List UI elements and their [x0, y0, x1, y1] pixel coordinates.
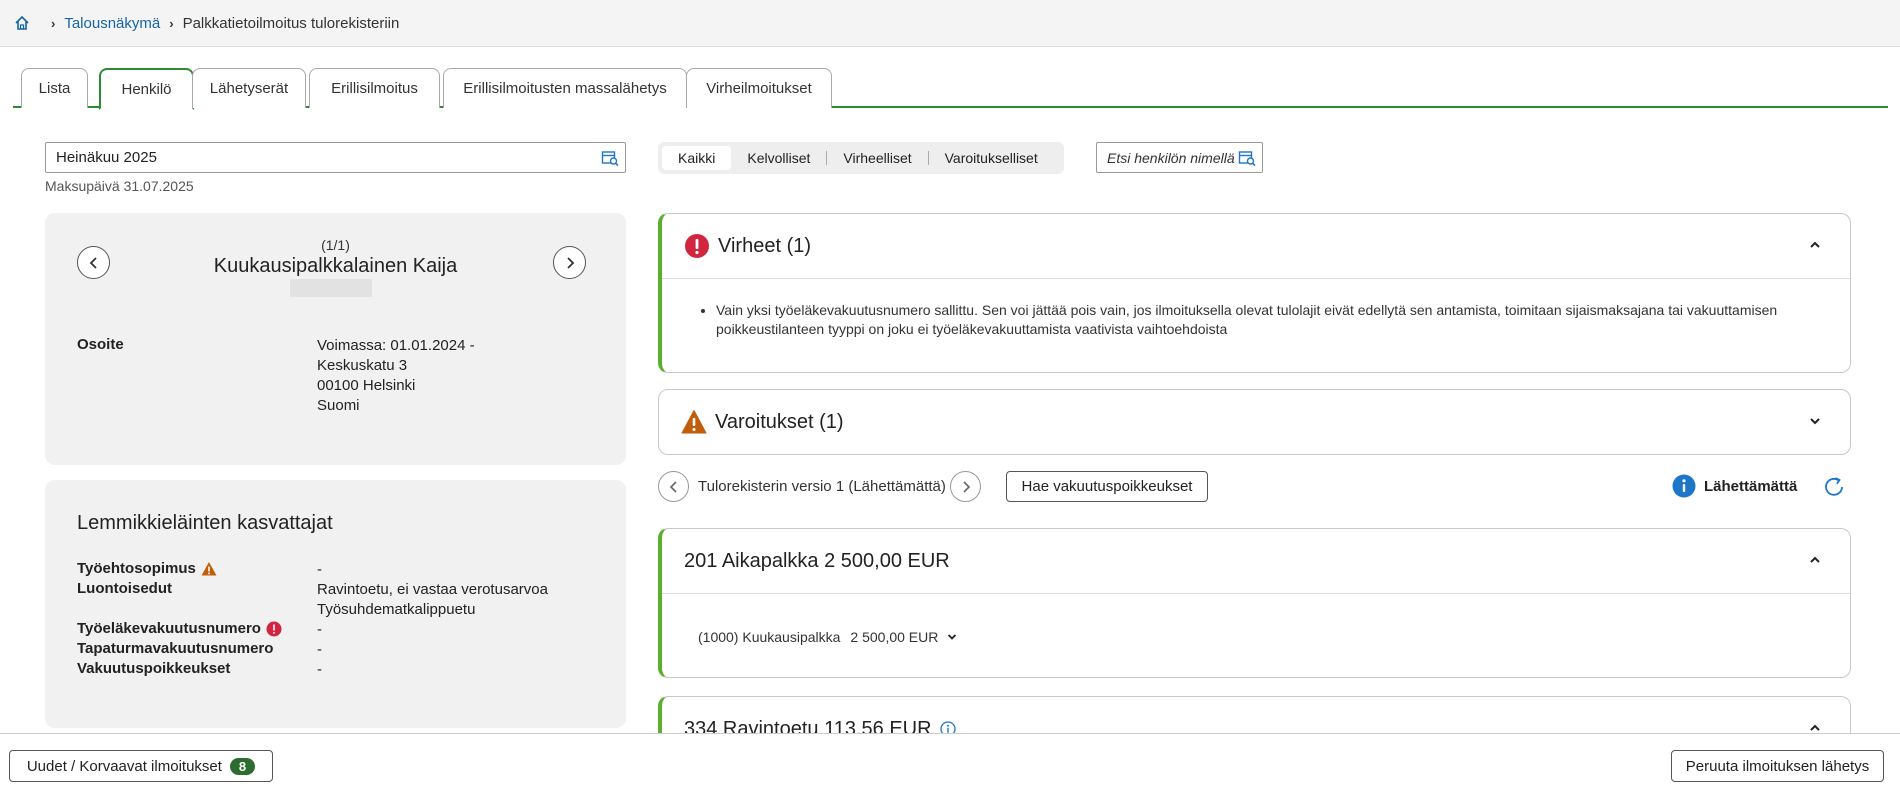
chevron-right-icon: › [169, 15, 174, 31]
breadcrumb-current: Palkkatietoilmoitus tulorekisteriin [182, 14, 400, 32]
field-value-line: Työsuhdematkalippuetu [317, 601, 476, 618]
version-row: Tulorekisterin versio 1 (Lähettämättä) H… [658, 471, 1851, 503]
address-line: Keskuskatu 3 [317, 357, 408, 374]
tab-massalahetys[interactable]: Erillisilmoitusten massalähetys [443, 68, 687, 108]
org-row-tyoelakevakuutusnumero: Työeläkevakuutusnumero [77, 620, 282, 637]
income-sub-label: (1000) Kuukausipalkka [698, 628, 841, 645]
period-select[interactable]: Heinäkuu 2025 [45, 142, 626, 173]
errors-panel: Virheet (1) Vain yksi työeläkevakuutusnu… [658, 213, 1851, 373]
errors-title: Virheet (1) [718, 234, 812, 257]
next-version-button[interactable] [950, 471, 981, 502]
previous-version-button[interactable] [658, 471, 689, 502]
tab-lahetyserat[interactable]: Lähetyserät [192, 68, 306, 108]
field-label: Työeläkevakuutusnumero [77, 620, 261, 637]
organization-title: Lemmikkieläinten kasvattajat [77, 512, 333, 534]
income-sub-amount: 2 500,00 EUR [850, 628, 939, 645]
field-value: - [317, 641, 322, 658]
chevron-up-icon[interactable] [1808, 553, 1822, 567]
warnings-panel: Varoitukset (1) [658, 389, 1851, 455]
filter-kaikki[interactable]: Kaikki [662, 146, 732, 170]
org-row-luontoisedut: Luontoisedut [77, 580, 172, 597]
calendar-search-icon[interactable] [601, 149, 619, 167]
field-label: Vakuutuspoikkeukset [77, 660, 231, 677]
warnings-title: Varoitukset (1) [715, 410, 844, 433]
income-body: (1000) Kuukausipalkka 2 500,00 EUR [662, 593, 1850, 677]
filter-varoitukselliset[interactable]: Varoitukselliset [929, 146, 1054, 170]
search-by-name-label: Etsi henkilön nimellä [1107, 149, 1235, 166]
warning-icon [201, 561, 217, 575]
breadcrumb-link-talousnakyma[interactable]: Talousnäkymä [64, 15, 160, 32]
tab-virheilmoitukset[interactable]: Virheilmoitukset [686, 68, 832, 108]
new-replacing-reports-button[interactable]: Uudet / Korvaavat ilmoitukset 8 [9, 750, 273, 782]
income-panel-aikapalkka: 201 Aikapalkka 2 500,00 EUR (1000) Kuuka… [658, 528, 1851, 678]
income-header[interactable]: 201 Aikapalkka 2 500,00 EUR [662, 529, 1850, 593]
person-card: (1/1) Kuukausipalkkalainen Kaija Osoite … [45, 213, 626, 465]
field-label: Luontoisedut [77, 580, 172, 597]
refresh-icon[interactable] [1821, 474, 1847, 500]
cancel-sending-button[interactable]: Peruuta ilmoituksen lähetys [1671, 750, 1884, 782]
chevron-down-icon[interactable] [946, 631, 958, 643]
search-icon [1238, 151, 1256, 167]
error-message: Vain yksi työeläkevakuutusnumero sallitt… [716, 301, 1820, 339]
send-status: Lähettämättä [1672, 474, 1797, 498]
warning-icon [681, 410, 707, 434]
bottom-action-bar: Uudet / Korvaavat ilmoitukset 8 Peruuta … [0, 733, 1900, 789]
warnings-header[interactable]: Varoitukset (1) [659, 390, 1850, 454]
chevron-right-icon: › [51, 15, 56, 31]
new-replacing-reports-label: Uudet / Korvaavat ilmoitukset [26, 757, 222, 775]
address-label: Osoite [77, 336, 124, 353]
info-icon [1672, 474, 1696, 498]
chevron-up-icon[interactable] [1808, 238, 1822, 252]
tab-erillisilmoitus[interactable]: Erillisilmoitus [309, 68, 440, 108]
field-value: Ravintoetu, ei vastaa verotusarvoa Työsu… [317, 580, 548, 620]
chevron-down-icon[interactable] [1808, 414, 1822, 428]
fetch-insurance-exceptions-button[interactable]: Hae vakuutuspoikkeukset [1006, 471, 1208, 502]
field-label: Tapaturmavakuutusnumero [77, 640, 274, 657]
filter-virheelliset[interactable]: Virheelliset [827, 146, 927, 170]
org-row-tapaturmavakuutusnumero: Tapaturmavakuutusnumero [77, 640, 273, 657]
field-value: - [317, 561, 322, 578]
masked-ssn [290, 279, 372, 297]
person-name: Kuukausipalkkalainen Kaija [213, 255, 458, 277]
tab-henkilo[interactable]: Henkilö [99, 68, 194, 110]
field-value: - [317, 661, 322, 678]
period-value: Heinäkuu 2025 [56, 149, 157, 166]
status-filter: Kaikki Kelvolliset Virheelliset Varoituk… [658, 142, 1064, 174]
org-row-tyoehtosopimus: Työehtosopimus [77, 560, 217, 577]
errors-body: Vain yksi työeläkevakuutusnumero sallitt… [662, 278, 1850, 339]
income-title: 201 Aikapalkka 2 500,00 EUR [684, 549, 950, 572]
error-icon [685, 234, 709, 258]
count-badge: 8 [229, 757, 256, 775]
home-icon[interactable] [14, 15, 30, 31]
organization-card: Lemmikkieläinten kasvattajat Työehtosopi… [45, 480, 626, 728]
version-label: Tulorekisterin versio 1 (Lähettämättä) [698, 478, 946, 495]
filter-kelvolliset[interactable]: Kelvolliset [731, 146, 826, 170]
field-value-line: Ravintoetu, ei vastaa verotusarvoa [317, 581, 548, 598]
breadcrumb: › Talousnäkymä › Palkkatietoilmoitus tul… [0, 0, 1900, 47]
chevron-right-icon [962, 480, 970, 493]
field-value: - [317, 621, 322, 638]
chevron-left-icon [669, 480, 677, 493]
org-row-vakuutuspoikkeukset: Vakuutuspoikkeukset [77, 660, 230, 677]
pay-date: Maksupäivä 31.07.2025 [45, 178, 194, 194]
address-line: Voimassa: 01.01.2024 - [317, 337, 475, 354]
person-counter: (1/1) [321, 237, 350, 253]
tab-bar: Lista Henkilö Lähetyserät Erillisilmoitu… [13, 68, 1888, 110]
address-line: 00100 Helsinki [317, 377, 416, 394]
send-status-label: Lähettämättä [1704, 477, 1798, 495]
search-by-name-button[interactable]: Etsi henkilön nimellä [1096, 142, 1263, 173]
tab-lista[interactable]: Lista [21, 68, 88, 108]
error-icon [266, 621, 282, 636]
field-label: Työehtosopimus [77, 560, 196, 577]
address-lines: Voimassa: 01.01.2024 - Keskuskatu 3 0010… [317, 336, 475, 416]
address-line: Suomi [317, 397, 360, 414]
errors-header[interactable]: Virheet (1) [662, 214, 1850, 278]
